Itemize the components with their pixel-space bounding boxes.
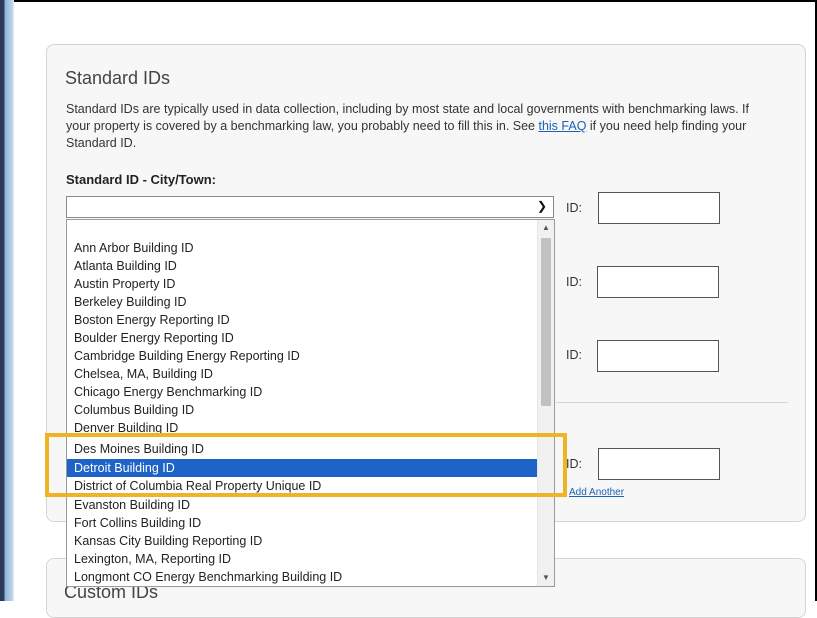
add-another-link[interactable]: Add Another [569,487,624,498]
dropdown-option[interactable]: Cambridge Building Energy Reporting ID [67,347,537,365]
city-town-label: Standard ID - City/Town: [66,172,216,187]
left-sidebar-strip [0,0,14,601]
divider [556,402,788,403]
dropdown-scrollbar[interactable]: ▲ ▼ [537,220,554,586]
standard-ids-title: Standard IDs [65,68,171,88]
scroll-up-icon[interactable]: ▲ [538,220,554,236]
id-input[interactable] [598,192,720,224]
dropdown-option-selected[interactable]: Detroit Building ID [67,459,537,477]
dropdown-option[interactable]: Austin Property ID [67,275,537,293]
faq-link[interactable]: this FAQ [538,119,586,133]
dropdown-option[interactable]: Berkeley Building ID [67,293,537,311]
id-input[interactable] [597,266,719,298]
dropdown-option[interactable]: Boston Energy Reporting ID [67,311,537,329]
id-input[interactable] [597,340,719,372]
dropdown-option[interactable]: Columbus Building ID [67,401,537,419]
dropdown-option[interactable]: Chicago Energy Benchmarking ID [67,383,537,401]
standard-ids-description: Standard IDs are typically used in data … [66,101,776,152]
dropdown-option[interactable]: Fort Collins Building ID [67,514,537,532]
dropdown-option[interactable]: District of Columbia Real Property Uniqu… [67,477,537,495]
chevron-down-icon: ❯ [536,199,547,213]
dropdown-option[interactable]: Boulder Energy Reporting ID [67,329,537,347]
dropdown-option[interactable]: Ann Arbor Building ID [67,239,537,257]
id-label: ID: [566,457,582,471]
city-town-dropdown-list[interactable]: Ann Arbor Building ID Atlanta Building I… [66,219,555,587]
id-label: ID: [566,348,582,362]
id-input[interactable] [598,448,720,480]
dropdown-option[interactable]: Chelsea, MA, Building ID [67,365,537,383]
dropdown-option[interactable]: Kansas City Building Reporting ID [67,532,537,550]
dropdown-option[interactable]: Des Moines Building ID [67,440,537,458]
scrollbar-thumb[interactable] [541,238,551,406]
id-label: ID: [566,275,582,289]
scroll-down-icon[interactable]: ▼ [538,570,554,586]
dropdown-option[interactable]: Evanston Building ID [67,496,537,514]
dropdown-option[interactable]: Longmont CO Energy Benchmarking Building… [67,568,537,586]
city-town-select[interactable]: ❯ [66,196,554,218]
dropdown-option[interactable]: Denver Building ID [67,419,537,437]
id-label: ID: [566,201,582,215]
dropdown-option[interactable]: Lexington, MA, Reporting ID [67,550,537,568]
dropdown-option[interactable]: Atlanta Building ID [67,257,537,275]
